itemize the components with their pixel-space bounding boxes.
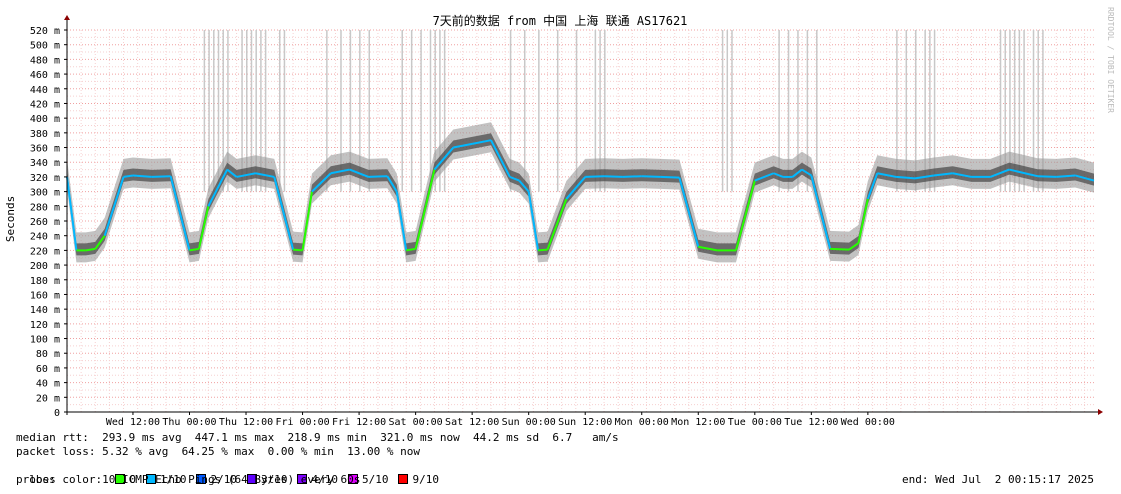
loss-bar — [523, 30, 526, 192]
chart-axes — [64, 15, 1103, 415]
y-tick-label: 420 m — [30, 99, 60, 110]
median-rtt-segment — [527, 191, 540, 251]
y-tick-label: 220 m — [30, 246, 60, 257]
loss-color-item: 9/10 — [398, 473, 439, 487]
loss-bar — [726, 30, 729, 192]
x-tick-label: Wed 12:00 — [106, 417, 160, 428]
y-tick-label: 520 m — [30, 26, 60, 37]
median-rtt-line — [66, 139, 1095, 252]
loss-bar — [410, 30, 413, 192]
x-tick-label: Mon 00:00 — [615, 417, 669, 428]
y-tick-label: 440 m — [30, 85, 60, 96]
y-tick-label: 380 m — [30, 129, 60, 140]
x-tick-label: Wed 00:00 — [841, 417, 895, 428]
y-axis-arrow — [64, 15, 70, 20]
median-rtt-segment — [622, 175, 642, 178]
x-tick-label: Tue 12:00 — [784, 417, 838, 428]
y-tick-label: 200 m — [30, 261, 60, 272]
median-rtt-segment — [368, 175, 388, 178]
median-rtt-segment — [641, 175, 661, 178]
median-rtt-segment — [103, 176, 125, 236]
rrdtool-watermark: RRDTOOL / TOBI OETIKER — [1106, 7, 1115, 113]
loss-bar — [217, 30, 220, 192]
latency-chart: 0 20 m 40 m 60 m 80 m 100 m 120 m 140 m 160 m 180… — [4, 7, 1115, 428]
x-tick-label: Thu 12:00 — [219, 417, 273, 428]
y-tick-label: 400 m — [30, 114, 60, 125]
loss-bar — [208, 30, 210, 192]
y-tick-label: 100 m — [30, 335, 60, 346]
loss-bar — [213, 30, 215, 192]
y-tick-label: 40 m — [36, 379, 60, 390]
x-axis-arrow — [1098, 409, 1103, 415]
y-tick-label: 180 m — [30, 276, 60, 287]
y-tick-label: 320 m — [30, 173, 60, 184]
end-time: end: Wed Jul 2 00:15:17 2025 — [902, 473, 1095, 486]
packet-loss-stats: packet loss: 5.32 % avg 64.25 % max 0.00… — [16, 445, 420, 458]
x-tick-label: Sun 12:00 — [558, 417, 612, 428]
y-tick-label: 360 m — [30, 144, 60, 155]
x-tick-label: Fri 00:00 — [275, 417, 329, 428]
median-rtt-stats: median rtt: 293.9 ms avg 447.1 ms max 21… — [16, 431, 619, 444]
y-tick-label: 240 m — [30, 232, 60, 243]
y-tick-label: 60 m — [36, 364, 60, 375]
probe-info: probe: 10 ICMP Echo Pings (64 Bytes) eve… — [16, 473, 361, 486]
x-tick-label: Tue 00:00 — [728, 417, 782, 428]
loss-bar — [283, 30, 286, 192]
median-rtt-segment — [734, 180, 756, 251]
y-tick-label: 80 m — [36, 349, 60, 360]
loss-color-label-text: 9/10 — [412, 473, 439, 486]
y-tick-label: 20 m — [36, 393, 60, 404]
x-tick-label: Sun 00:00 — [502, 417, 556, 428]
y-tick-label: 480 m — [30, 55, 60, 66]
y-axis-label: Seconds — [4, 196, 17, 242]
y-tick-labels: 0 20 m 40 m 60 m 80 m 100 m 120 m 140 m 160 m 180… — [30, 26, 67, 419]
x-tick-labels: Wed 12:00 Thu 00:00 Thu 12:00 Fri 00:00 Fri … — [106, 412, 895, 428]
loss-color-label-text: 5/10 — [361, 473, 389, 486]
median-rtt-segment — [293, 248, 303, 252]
chart-title: 7天前的数据 from 中国 上海 联通 AS17621 — [433, 13, 688, 28]
median-rtt-segment — [585, 175, 605, 178]
loss-bar — [538, 30, 540, 192]
chart-grid — [66, 29, 1094, 413]
median-rtt-segment — [151, 175, 171, 178]
x-tick-label: Sat 12:00 — [445, 417, 499, 428]
median-rtt-segment — [830, 247, 850, 251]
median-rtt-segment — [414, 169, 436, 250]
loss-bar — [575, 30, 578, 192]
y-tick-label: 340 m — [30, 158, 60, 169]
x-tick-label: Mon 12:00 — [671, 417, 725, 428]
median-rtt-segment — [169, 175, 191, 251]
median-rtt-segment — [660, 175, 680, 179]
median-rtt-segment — [1037, 175, 1057, 178]
loss-bar — [401, 30, 403, 192]
median-rtt-segment — [604, 175, 623, 178]
loss-color-swatch — [398, 474, 409, 484]
median-rtt-segment — [66, 176, 78, 251]
y-tick-label: 300 m — [30, 188, 60, 199]
loss-bar — [556, 30, 559, 192]
y-tick-label: 160 m — [30, 290, 60, 301]
rtt-smoke-area — [67, 122, 1094, 263]
y-tick-label: 140 m — [30, 305, 60, 316]
median-rtt-segment — [395, 191, 408, 251]
x-tick-label: Sat 00:00 — [389, 417, 443, 428]
y-tick-label: 0 — [54, 408, 60, 419]
y-tick-label: 280 m — [30, 202, 60, 213]
median-rtt-segment — [810, 175, 832, 250]
y-tick-label: 460 m — [30, 70, 60, 81]
y-tick-label: 260 m — [30, 217, 60, 228]
loss-bar — [420, 30, 422, 192]
y-tick-label: 500 m — [30, 41, 60, 52]
x-tick-label: Fri 12:00 — [332, 417, 386, 428]
rtt-smoke-band — [67, 30, 1094, 263]
loss-bar — [731, 30, 733, 192]
median-rtt-segment — [678, 177, 700, 247]
loss-bar — [203, 30, 206, 192]
loss-bar — [278, 30, 281, 192]
y-tick-label: 120 m — [30, 320, 60, 331]
loss-bar — [721, 30, 724, 192]
loss-bar — [816, 30, 818, 192]
median-rtt-segment — [538, 248, 548, 252]
x-tick-label: Thu 00:00 — [162, 417, 216, 428]
